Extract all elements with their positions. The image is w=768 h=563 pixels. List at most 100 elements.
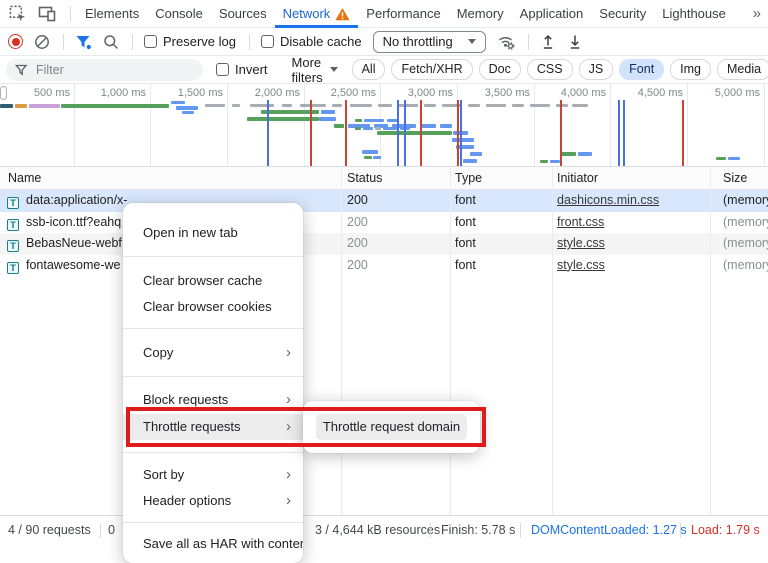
waterfall-bar [452, 138, 474, 142]
chip-js[interactable]: JS [579, 59, 614, 80]
menu-item-block-requests[interactable]: Block requests› [123, 387, 303, 413]
submenu-arrow-icon: › [286, 488, 291, 513]
export-har-icon[interactable] [567, 33, 583, 50]
column-header-name[interactable]: Name [8, 167, 41, 190]
divider [249, 34, 250, 50]
tab-label: Performance [366, 6, 440, 21]
status-cell: 200 [347, 233, 368, 255]
chip-fetch-xhr[interactable]: Fetch/XHR [391, 59, 472, 80]
menu-item-label: Sort by [143, 467, 184, 482]
menu-item-sort-by[interactable]: Sort by› [123, 462, 303, 488]
dcl-event-line [460, 100, 462, 166]
search-icon[interactable] [103, 34, 119, 50]
inspect-element-icon[interactable] [9, 5, 26, 22]
chip-font[interactable]: Font [619, 59, 664, 80]
menu-item-clear-browser-cache[interactable]: Clear browser cache [123, 268, 303, 294]
initiator-link[interactable]: style.css [557, 255, 605, 277]
chevron-down-icon [468, 39, 476, 44]
filter-input[interactable] [34, 62, 194, 78]
tab-sources[interactable]: Sources [211, 0, 275, 28]
tab-console[interactable]: Console [147, 0, 211, 28]
tab-application[interactable]: Application [512, 0, 592, 28]
column-header-status[interactable]: Status [347, 167, 382, 190]
font-file-icon: T [7, 219, 19, 231]
waterfall-bar [364, 119, 384, 122]
more-filters-button[interactable]: More filters [292, 55, 338, 85]
waterfall-bar [300, 104, 326, 107]
timeline-tick-label: 3,500 ms [456, 87, 530, 99]
status-cell: 200 [347, 190, 368, 212]
size-cell: (memory cache) [723, 190, 768, 212]
chip-doc[interactable]: Doc [479, 59, 521, 80]
menu-item-copy[interactable]: Copy› [123, 340, 303, 366]
waterfall-bar [424, 104, 436, 107]
tab-memory[interactable]: Memory [449, 0, 512, 28]
initiator-link[interactable]: style.css [557, 233, 605, 255]
table-row[interactable]: Tfontawesome-we200fontstyle.css(memory c… [0, 255, 768, 277]
import-har-icon[interactable] [540, 33, 556, 50]
device-toolbar-icon[interactable] [38, 5, 56, 22]
table-row[interactable]: Tdata:application/x-200fontdashicons.min… [0, 190, 768, 212]
menu-item-label: Throttle requests [143, 419, 241, 434]
divider [430, 523, 431, 538]
waterfall-bar [176, 106, 198, 110]
waterfall-bar [171, 101, 185, 104]
menu-item-clear-browser-cookies[interactable]: Clear browser cookies [123, 294, 303, 320]
column-header-size[interactable]: Size [723, 167, 747, 190]
column-header-type[interactable]: Type [455, 167, 482, 190]
waterfall-bar [512, 104, 524, 107]
timeline-tick-label: 4,500 ms [609, 87, 683, 99]
status-bar: 4 / 90 requests 0 3 / 4,644 kB resources… [0, 515, 768, 545]
tab-security[interactable]: Security [591, 0, 654, 28]
menu-separator [123, 452, 303, 453]
disable-cache-checkbox[interactable] [261, 35, 274, 48]
divider [528, 34, 529, 50]
waterfall-bar [362, 150, 378, 154]
submenu-arrow-icon: › [286, 340, 291, 365]
initiator-link[interactable]: dashicons.min.css [557, 190, 659, 212]
menu-item-save-all-as-har-with-content[interactable]: Save all as HAR with content [123, 531, 303, 557]
table-row[interactable]: Tssb-icon.ttf?eahq200fontfront.css(memor… [0, 212, 768, 234]
waterfall-bar [15, 104, 27, 108]
tab-lighthouse[interactable]: Lighthouse [654, 0, 734, 28]
divider [680, 523, 681, 538]
waterfall-bar [334, 124, 344, 128]
type-cell: font [455, 255, 476, 277]
size-cell: (memory cache) [723, 255, 768, 277]
waterfall-bar [420, 124, 436, 128]
chip-css[interactable]: CSS [527, 59, 573, 80]
invert-label: Invert [235, 62, 268, 77]
domcontentloaded-time: DOMContentLoaded: 1.27 s [531, 516, 687, 545]
waterfall-bar [728, 157, 740, 160]
invert-checkbox[interactable] [216, 63, 229, 76]
preserve-log-checkbox[interactable] [144, 35, 157, 48]
initiator-link[interactable]: front.css [557, 212, 604, 234]
menu-item-throttle-request-domain[interactable]: Throttle request domain [316, 414, 467, 440]
more-tabs-icon[interactable]: » [746, 0, 768, 27]
tab-network[interactable]: Network [275, 0, 359, 28]
tab-performance[interactable]: Performance [358, 0, 448, 28]
clear-network-log-button[interactable] [34, 34, 50, 50]
timeline-tick-label: 1,500 ms [149, 87, 223, 99]
record-network-log-button[interactable] [8, 34, 23, 49]
dcl-event-line [267, 100, 269, 166]
dcl-event-line [404, 100, 406, 166]
font-file-icon: T [7, 197, 19, 209]
throttling-value: No throttling [383, 34, 453, 49]
menu-item-label: Clear browser cache [143, 273, 262, 288]
chip-img[interactable]: Img [670, 59, 711, 80]
chip-media[interactable]: Media [717, 59, 768, 80]
chip-all[interactable]: All [352, 59, 386, 80]
waterfall-bar [373, 156, 381, 159]
filter-icon[interactable] [75, 34, 92, 50]
table-row[interactable]: TBebasNeue-webf200fontstyle.css(memory c… [0, 233, 768, 255]
menu-item-throttle-requests[interactable]: Throttle requests› [123, 414, 303, 440]
menu-item-header-options[interactable]: Header options› [123, 488, 303, 514]
timeline-overview[interactable]: 500 ms1,000 ms1,500 ms2,000 ms2,500 ms3,… [0, 84, 768, 167]
waterfall-bar [29, 104, 60, 108]
column-header-initiator[interactable]: Initiator [557, 167, 598, 190]
menu-item-open-in-new-tab[interactable]: Open in new tab [123, 220, 303, 246]
network-conditions-icon[interactable] [497, 33, 515, 50]
throttling-select[interactable]: No throttling [373, 31, 486, 53]
tab-elements[interactable]: Elements [77, 0, 147, 28]
